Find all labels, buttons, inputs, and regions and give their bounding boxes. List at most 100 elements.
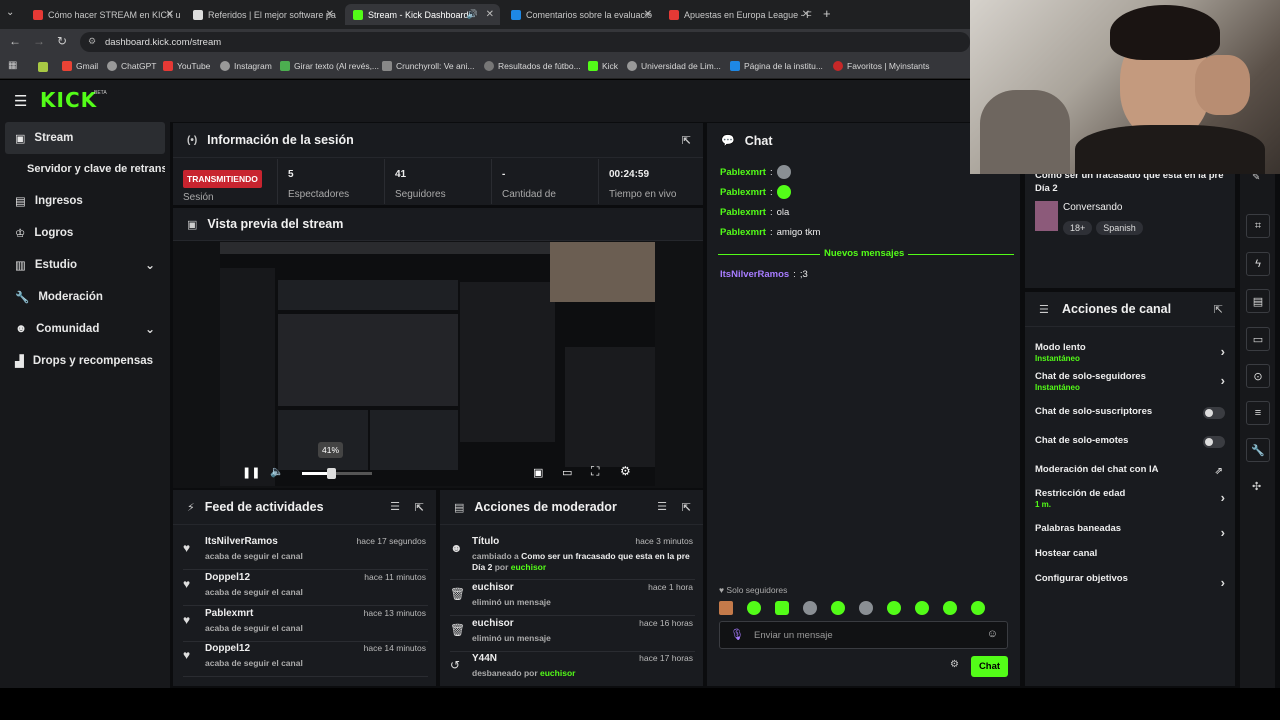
action-followers-only[interactable]: Chat de solo-seguidores Instantáneo › xyxy=(1035,371,1225,392)
url-input[interactable]: ⚙ dashboard.kick.com/stream xyxy=(80,32,970,52)
toggle-switch[interactable] xyxy=(1203,436,1225,448)
sidebar-item-ingresos[interactable]: ▤ Ingresos xyxy=(5,185,165,217)
sidebar-item-moderacion[interactable]: 🔧 Moderación xyxy=(5,281,165,313)
sidebar-item-server-key[interactable]: Servidor y clave de retransm xyxy=(5,153,165,185)
browser-tab[interactable]: Comentarios sobre la evaluació ✕ xyxy=(503,4,658,25)
close-icon[interactable]: ✕ xyxy=(326,9,334,20)
bookmark-crunchyroll[interactable]: Crunchyroll: Ve ani... xyxy=(382,61,474,71)
action-ai-moderation[interactable]: Moderación del chat con IA ⇗ xyxy=(1035,464,1225,477)
stack-icon[interactable]: ≡ xyxy=(1246,401,1270,425)
mod-row-user[interactable]: euchisor xyxy=(472,618,514,629)
chat-username[interactable]: Pablexmrt xyxy=(720,167,766,178)
action-banned-words[interactable]: Palabras baneadas › xyxy=(1035,523,1225,540)
broadcast-icon[interactable]: ⊙ xyxy=(1246,364,1270,388)
bookmark-icon[interactable] xyxy=(38,62,48,72)
wrench-icon[interactable]: 🔧 xyxy=(1246,438,1270,462)
send-chat-button[interactable]: Chat xyxy=(971,656,1008,677)
sidebar-item-drops[interactable]: ▟ Drops y recompensas xyxy=(5,345,165,377)
mod-detail-user[interactable]: euchisor xyxy=(540,668,575,678)
popout-icon[interactable]: ⇱ xyxy=(415,501,424,514)
volume-handle[interactable] xyxy=(327,468,336,479)
feed-user[interactable]: Pablexmrt xyxy=(205,608,253,619)
integrations-icon[interactable]: ✣ xyxy=(1252,480,1261,493)
tag-chip[interactable]: 18+ xyxy=(1063,221,1093,235)
emote-icon[interactable] xyxy=(887,601,901,615)
stream-category[interactable]: Conversando xyxy=(1063,202,1122,213)
chat-bubble-icon[interactable]: ▭ xyxy=(1246,327,1270,351)
tab-search-icon[interactable]: ⌄ xyxy=(6,7,14,18)
pause-icon[interactable]: ❚❚ xyxy=(242,466,260,479)
lightning-icon[interactable]: ϟ xyxy=(1246,252,1270,276)
audio-icon[interactable]: 🔊 xyxy=(467,9,478,20)
emoji-icon[interactable]: ☺ xyxy=(987,628,998,640)
sidebar-item-estudio[interactable]: ▥ Estudio ⌄ xyxy=(5,249,165,281)
pip-icon[interactable]: ▣ xyxy=(533,466,543,479)
bookmark-pagina[interactable]: Página de la institu... xyxy=(730,61,823,71)
filter-icon[interactable]: ☰ xyxy=(390,500,400,513)
chat-username[interactable]: Pablexmrt xyxy=(720,207,766,218)
browser-tab[interactable]: Referidos | El mejor software pa ✕ xyxy=(185,4,340,25)
emote-icon[interactable] xyxy=(943,601,957,615)
emote-icon[interactable] xyxy=(747,601,761,615)
bookmark-youtube[interactable]: YouTube xyxy=(163,61,210,71)
sidebar-item-comunidad[interactable]: ☻ Comunidad ⌄ xyxy=(5,313,165,345)
volume-slider[interactable] xyxy=(302,472,372,475)
chat-username[interactable]: Pablexmrt xyxy=(720,187,766,198)
browser-tab-active[interactable]: Stream - Kick Dashboard 🔊 ✕ xyxy=(345,4,500,25)
close-icon[interactable]: ✕ xyxy=(644,9,652,20)
apps-grid-icon[interactable]: ▦ xyxy=(8,60,17,71)
emote-icon[interactable] xyxy=(915,601,929,615)
forward-icon[interactable]: → xyxy=(33,34,45,48)
tag-chip[interactable]: Spanish xyxy=(1096,221,1143,235)
mod-row-user[interactable]: euchisor xyxy=(472,582,514,593)
menu-icon[interactable]: ☰ xyxy=(14,92,27,110)
emote-icon[interactable] xyxy=(719,601,733,615)
browser-tab[interactable]: Apuestas en Europa League - F ✕ xyxy=(661,4,816,25)
document-icon[interactable]: ▤ xyxy=(1246,289,1270,313)
theater-icon[interactable]: ▭ xyxy=(562,466,572,479)
chat-username[interactable]: ItsNilverRamos xyxy=(720,269,789,280)
filter-icon[interactable]: ☰ xyxy=(657,500,667,513)
close-icon[interactable]: ✕ xyxy=(486,9,494,20)
sidebar-item-logros[interactable]: ♔ Logros xyxy=(5,217,165,249)
action-set-goals[interactable]: Configurar objetivos › xyxy=(1035,573,1225,590)
bookmark-resultados[interactable]: Resultados de fútbo... xyxy=(484,61,581,71)
mod-row-user[interactable]: Y44N xyxy=(472,653,497,664)
fullscreen-icon[interactable]: ⛶ xyxy=(591,464,599,479)
action-host-channel[interactable]: Hostear canal xyxy=(1035,548,1225,559)
new-messages-label[interactable]: Nuevos mensajes xyxy=(820,248,909,259)
video-player[interactable]: ❚❚ 🔈 41% ▣ ▭ ⛶ ⚙ xyxy=(220,242,655,486)
back-icon[interactable]: ← xyxy=(9,34,21,48)
reload-icon[interactable]: ↻ xyxy=(57,34,67,48)
bookmark-gmail[interactable]: Gmail xyxy=(62,61,98,71)
clip-icon[interactable]: ⌗ xyxy=(1246,214,1270,238)
action-subscribers-only[interactable]: Chat de solo-suscriptores xyxy=(1035,406,1225,419)
popout-icon[interactable]: ⇱ xyxy=(1214,303,1223,316)
settings-gear-icon[interactable]: ⚙ xyxy=(620,464,631,478)
emote-icon[interactable] xyxy=(803,601,817,615)
chat-input[interactable]: 🎙 Enviar un mensaje ☺ xyxy=(719,621,1008,649)
bookmark-girar-texto[interactable]: Girar texto (Al revés,... xyxy=(280,61,379,71)
feed-user[interactable]: ItsNilverRamos xyxy=(205,536,278,547)
emote-icon[interactable] xyxy=(971,601,985,615)
bookmark-instagram[interactable]: Instagram xyxy=(220,61,272,71)
close-icon[interactable]: ✕ xyxy=(802,9,810,20)
volume-icon[interactable]: 🔈 xyxy=(270,465,284,478)
emote-icon[interactable] xyxy=(859,601,873,615)
action-slow-mode[interactable]: Modo lento Instantáneo › xyxy=(1035,342,1225,363)
kick-logo[interactable]: KICK xyxy=(40,88,97,112)
browser-tab[interactable]: Cómo hacer STREAM en KICK u ✕ xyxy=(25,4,180,25)
popout-icon[interactable]: ⇱ xyxy=(682,134,691,147)
emote-icon[interactable] xyxy=(775,601,789,615)
feed-user[interactable]: Doppel12 xyxy=(205,643,250,654)
bookmark-universidad[interactable]: Universidad de Lim... xyxy=(627,61,721,71)
action-age-restriction[interactable]: Restricción de edad 1 m. › xyxy=(1035,488,1225,509)
chat-settings-gear-icon[interactable]: ⚙ xyxy=(950,659,959,670)
bookmark-myinstants[interactable]: Favoritos | Myinstants xyxy=(833,61,930,71)
popout-icon[interactable]: ⇱ xyxy=(682,501,691,514)
microphone-icon[interactable]: 🎙 xyxy=(730,628,744,641)
toggle-switch[interactable] xyxy=(1203,407,1225,419)
new-tab-icon[interactable]: + xyxy=(823,6,831,21)
emote-icon[interactable] xyxy=(831,601,845,615)
site-info-icon[interactable]: ⚙ xyxy=(88,36,96,47)
